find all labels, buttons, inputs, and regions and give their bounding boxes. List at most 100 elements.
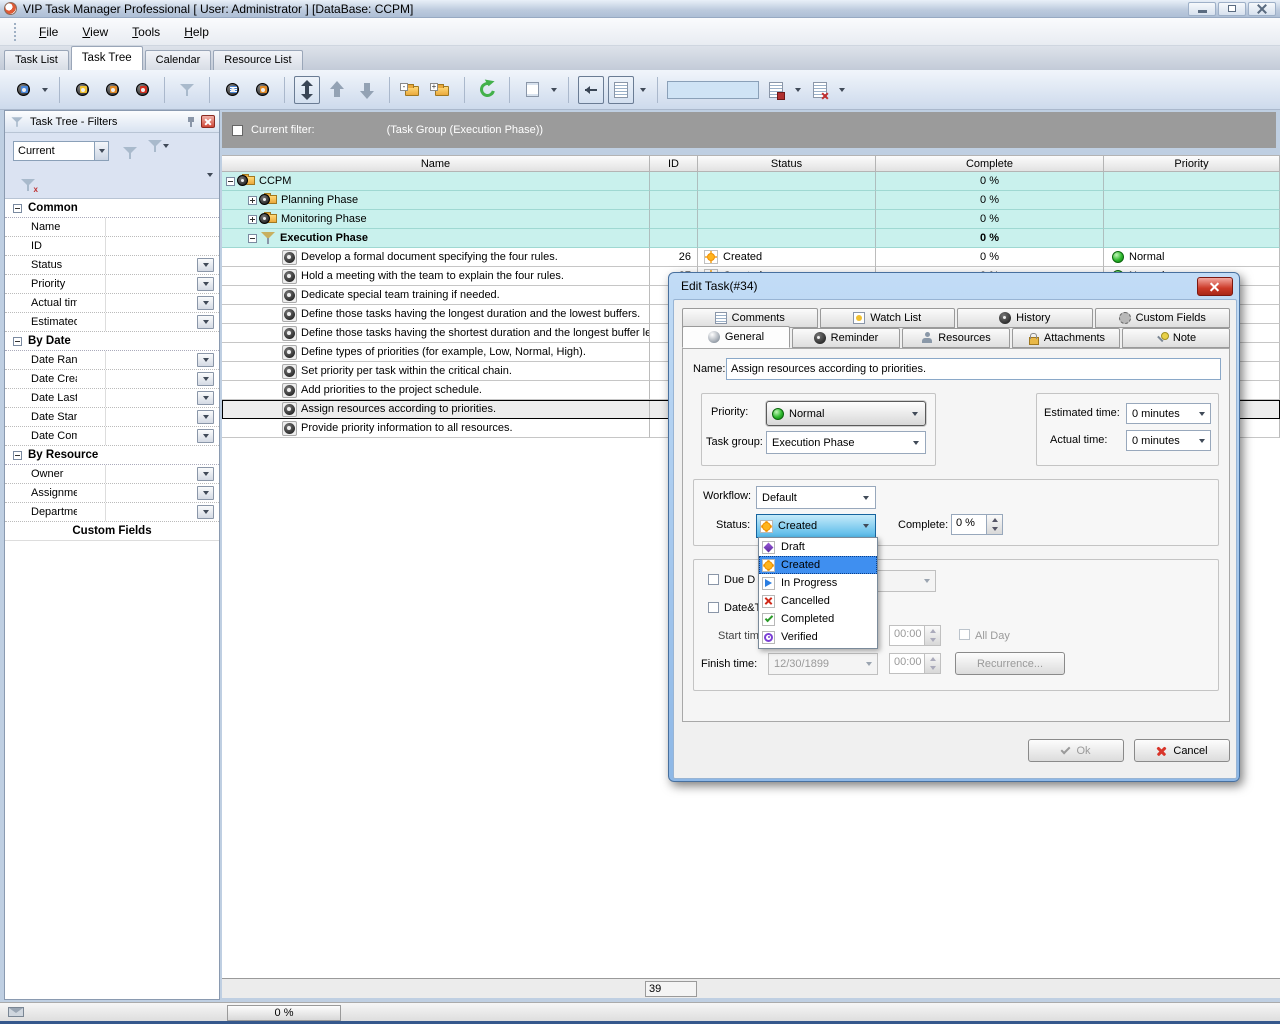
- date-time-checkbox[interactable]: [708, 602, 719, 613]
- recurrence-button[interactable]: Recurrence...: [955, 652, 1065, 675]
- filter-row-date-completed[interactable]: Date Comple: [5, 427, 219, 446]
- tab-custom-fields[interactable]: Custom Fields: [1095, 308, 1231, 328]
- column-priority[interactable]: Priority: [1104, 156, 1280, 171]
- task-row[interactable]: Develop a formal document specifying the…: [222, 248, 1280, 267]
- move-down-button[interactable]: [354, 76, 380, 104]
- tab-resource-list[interactable]: Resource List: [213, 50, 302, 70]
- dropdown-button[interactable]: [197, 277, 214, 291]
- filter-preset-caret[interactable]: [94, 142, 108, 160]
- save-layout-button[interactable]: [763, 76, 789, 104]
- filter-row-estimated-time[interactable]: Estimated Ti: [5, 313, 219, 332]
- print-button[interactable]: [519, 76, 545, 104]
- menu-help[interactable]: Help: [174, 22, 219, 42]
- tab-watch-list[interactable]: Watch List: [820, 308, 956, 328]
- start-time-spinner[interactable]: 00:00: [889, 625, 941, 646]
- dialog-close-button[interactable]: [1197, 277, 1233, 296]
- dropdown-button[interactable]: [197, 410, 214, 424]
- restore-button[interactable]: [1218, 2, 1246, 16]
- status-option-cancelled[interactable]: Cancelled: [759, 592, 877, 610]
- apply-filter-button[interactable]: [117, 139, 143, 167]
- add-task-button[interactable]: [10, 76, 36, 104]
- tab-task-list[interactable]: Task List: [4, 50, 69, 70]
- due-date-checkbox[interactable]: [708, 574, 719, 585]
- filter-row-owner[interactable]: Owner: [5, 465, 219, 484]
- group-row-ccpm[interactable]: CCPM 0 %: [222, 172, 1280, 191]
- layout-combobox[interactable]: [667, 81, 759, 99]
- custom-fields-header[interactable]: Custom Fields: [5, 522, 219, 541]
- tab-task-tree[interactable]: Task Tree: [71, 46, 143, 70]
- group-common[interactable]: Common: [5, 199, 219, 218]
- set-priority-button[interactable]: [249, 76, 275, 104]
- current-filter-checkbox[interactable]: [232, 125, 243, 136]
- dropdown-button[interactable]: [197, 505, 214, 519]
- filter-button[interactable]: [174, 76, 200, 104]
- dropdown-button[interactable]: [197, 315, 214, 329]
- tab-note[interactable]: Note: [1122, 328, 1230, 348]
- dropdown-button[interactable]: [197, 391, 214, 405]
- collapse-icon[interactable]: [13, 337, 22, 346]
- complete-spinner[interactable]: 0 %: [951, 514, 1003, 535]
- move-updown-button[interactable]: [294, 76, 320, 104]
- close-button[interactable]: [1248, 2, 1276, 16]
- expand-all-button[interactable]: +: [429, 76, 455, 104]
- expand-toggle[interactable]: [248, 196, 257, 205]
- group-row-monitoring[interactable]: Monitoring Phase 0 %: [222, 210, 1280, 229]
- collapse-icon[interactable]: [13, 451, 22, 460]
- column-id[interactable]: ID: [650, 156, 698, 171]
- finish-time-spinner[interactable]: 00:00: [889, 653, 941, 674]
- group-by-date[interactable]: By Date: [5, 332, 219, 351]
- dropdown-button[interactable]: [197, 467, 214, 481]
- panel-close-button[interactable]: [201, 115, 215, 128]
- column-status[interactable]: Status: [698, 156, 876, 171]
- filter-row-name[interactable]: Name: [5, 218, 219, 237]
- filter-row-status[interactable]: Status: [5, 256, 219, 275]
- dropdown-button[interactable]: [197, 353, 214, 367]
- menu-file[interactable]: File: [29, 22, 68, 42]
- menu-view[interactable]: View: [72, 22, 118, 42]
- ok-button[interactable]: Ok: [1028, 739, 1124, 762]
- filter-row-priority[interactable]: Priority: [5, 275, 219, 294]
- expand-toggle[interactable]: [248, 215, 257, 224]
- status-option-completed[interactable]: Completed: [759, 610, 877, 628]
- all-day-checkbox[interactable]: [959, 629, 970, 640]
- move-up-button[interactable]: [324, 76, 350, 104]
- dropdown-button[interactable]: [197, 486, 214, 500]
- group-row-execution[interactable]: Execution Phase 0 %: [222, 229, 1280, 248]
- edit-task-button[interactable]: [99, 76, 125, 104]
- tab-comments[interactable]: Comments: [682, 308, 818, 328]
- group-row-planning[interactable]: Planning Phase 0 %: [222, 191, 1280, 210]
- collapse-icon[interactable]: [13, 204, 22, 213]
- filter-row-date-last-modified[interactable]: Date Last M: [5, 389, 219, 408]
- collapse-toggle[interactable]: [248, 234, 257, 243]
- task-group-combobox[interactable]: Execution Phase: [766, 431, 926, 454]
- filter-row-department[interactable]: Department: [5, 503, 219, 522]
- collapse-all-button[interactable]: -: [399, 76, 425, 104]
- clear-filter-button[interactable]: x: [15, 171, 41, 199]
- tab-calendar[interactable]: Calendar: [145, 50, 212, 70]
- status-option-created[interactable]: Created: [759, 556, 877, 574]
- delete-layout-dropdown[interactable]: [837, 76, 847, 104]
- filter-row-assignment[interactable]: Assignment: [5, 484, 219, 503]
- assign-resources-button[interactable]: [219, 76, 245, 104]
- filter-preset-combobox[interactable]: Current: [13, 141, 109, 161]
- collapse-toggle[interactable]: [226, 177, 235, 186]
- actual-time-combobox[interactable]: 0 minutes: [1126, 430, 1211, 451]
- minimize-button[interactable]: [1188, 2, 1216, 16]
- estimated-time-combobox[interactable]: 0 minutes: [1126, 403, 1211, 424]
- column-complete[interactable]: Complete: [876, 156, 1104, 171]
- filter-row-actual-time[interactable]: Actual time: [5, 294, 219, 313]
- dropdown-button[interactable]: [197, 258, 214, 272]
- finish-date-combobox[interactable]: 12/30/1899: [768, 653, 878, 675]
- dropdown-button[interactable]: [197, 296, 214, 310]
- delete-layout-button[interactable]: [807, 76, 833, 104]
- refresh-button[interactable]: [474, 76, 500, 104]
- add-task-dropdown[interactable]: [40, 76, 50, 104]
- status-option-draft[interactable]: Draft: [759, 538, 877, 556]
- tab-attachments[interactable]: Attachments: [1012, 328, 1120, 348]
- task-name-input[interactable]: [726, 358, 1221, 380]
- pin-icon[interactable]: [186, 116, 196, 128]
- column-name[interactable]: Name: [222, 156, 650, 171]
- customize-columns-button[interactable]: [608, 76, 634, 104]
- status-combobox[interactable]: Created: [756, 514, 876, 538]
- filter-row-date-created[interactable]: Date Create: [5, 370, 219, 389]
